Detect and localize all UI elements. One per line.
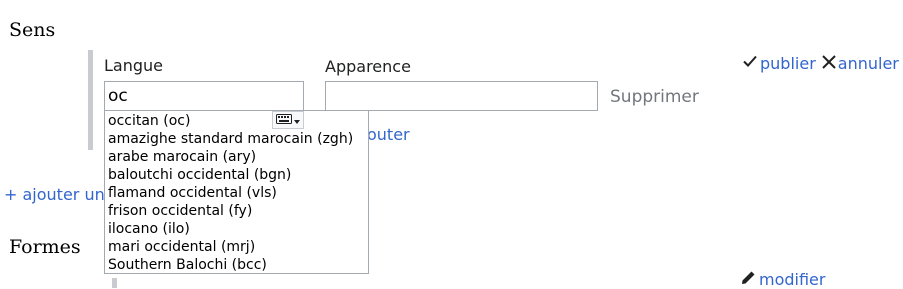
language-suggestion-menu: occitan (oc) amazighe standard marocain … [104,110,369,274]
suggestion-item[interactable]: amazighe standard marocain (zgh) [105,130,368,148]
publish-cancel-group: publier annuler [742,53,899,73]
edit-form-group: modifier [741,270,825,289]
keyboard-input-button[interactable] [272,111,304,129]
keyboard-icon [276,112,292,128]
suggestion-item[interactable]: mari occidental (mrj) [105,238,368,256]
check-icon [742,53,758,73]
suggestion-item[interactable]: ilocano (ilo) [105,220,368,238]
chevron-down-icon [294,112,300,128]
suggestion-item[interactable]: flamand occidental (vls) [105,184,368,202]
suggestion-item[interactable]: Southern Balochi (bcc) [105,256,368,274]
appearance-label: Apparence [325,57,411,76]
language-label: Langue [104,56,163,75]
senses-heading: Sens [9,19,56,41]
add-sense-link[interactable]: + ajouter un [4,185,105,204]
form-block-bar [112,278,117,288]
close-icon [822,54,836,73]
edit-form-button[interactable]: modifier [759,270,825,289]
remove-gloss-button[interactable]: Supprimer [610,87,699,107]
pencil-icon [741,270,756,289]
language-input[interactable] [104,81,304,111]
forms-heading: Formes [9,236,81,258]
add-gloss-link[interactable]: outer [367,125,410,144]
publish-button[interactable]: publier [760,54,816,73]
suggestion-item[interactable]: arabe marocain (ary) [105,148,368,166]
suggestion-item[interactable]: baloutchi occidental (bgn) [105,166,368,184]
cancel-button[interactable]: annuler [838,54,899,73]
suggestion-item[interactable]: occitan (oc) [105,112,368,130]
appearance-input[interactable] [325,81,598,111]
suggestion-item[interactable]: frison occidental (fy) [105,202,368,220]
sense-block-bar [88,50,93,150]
